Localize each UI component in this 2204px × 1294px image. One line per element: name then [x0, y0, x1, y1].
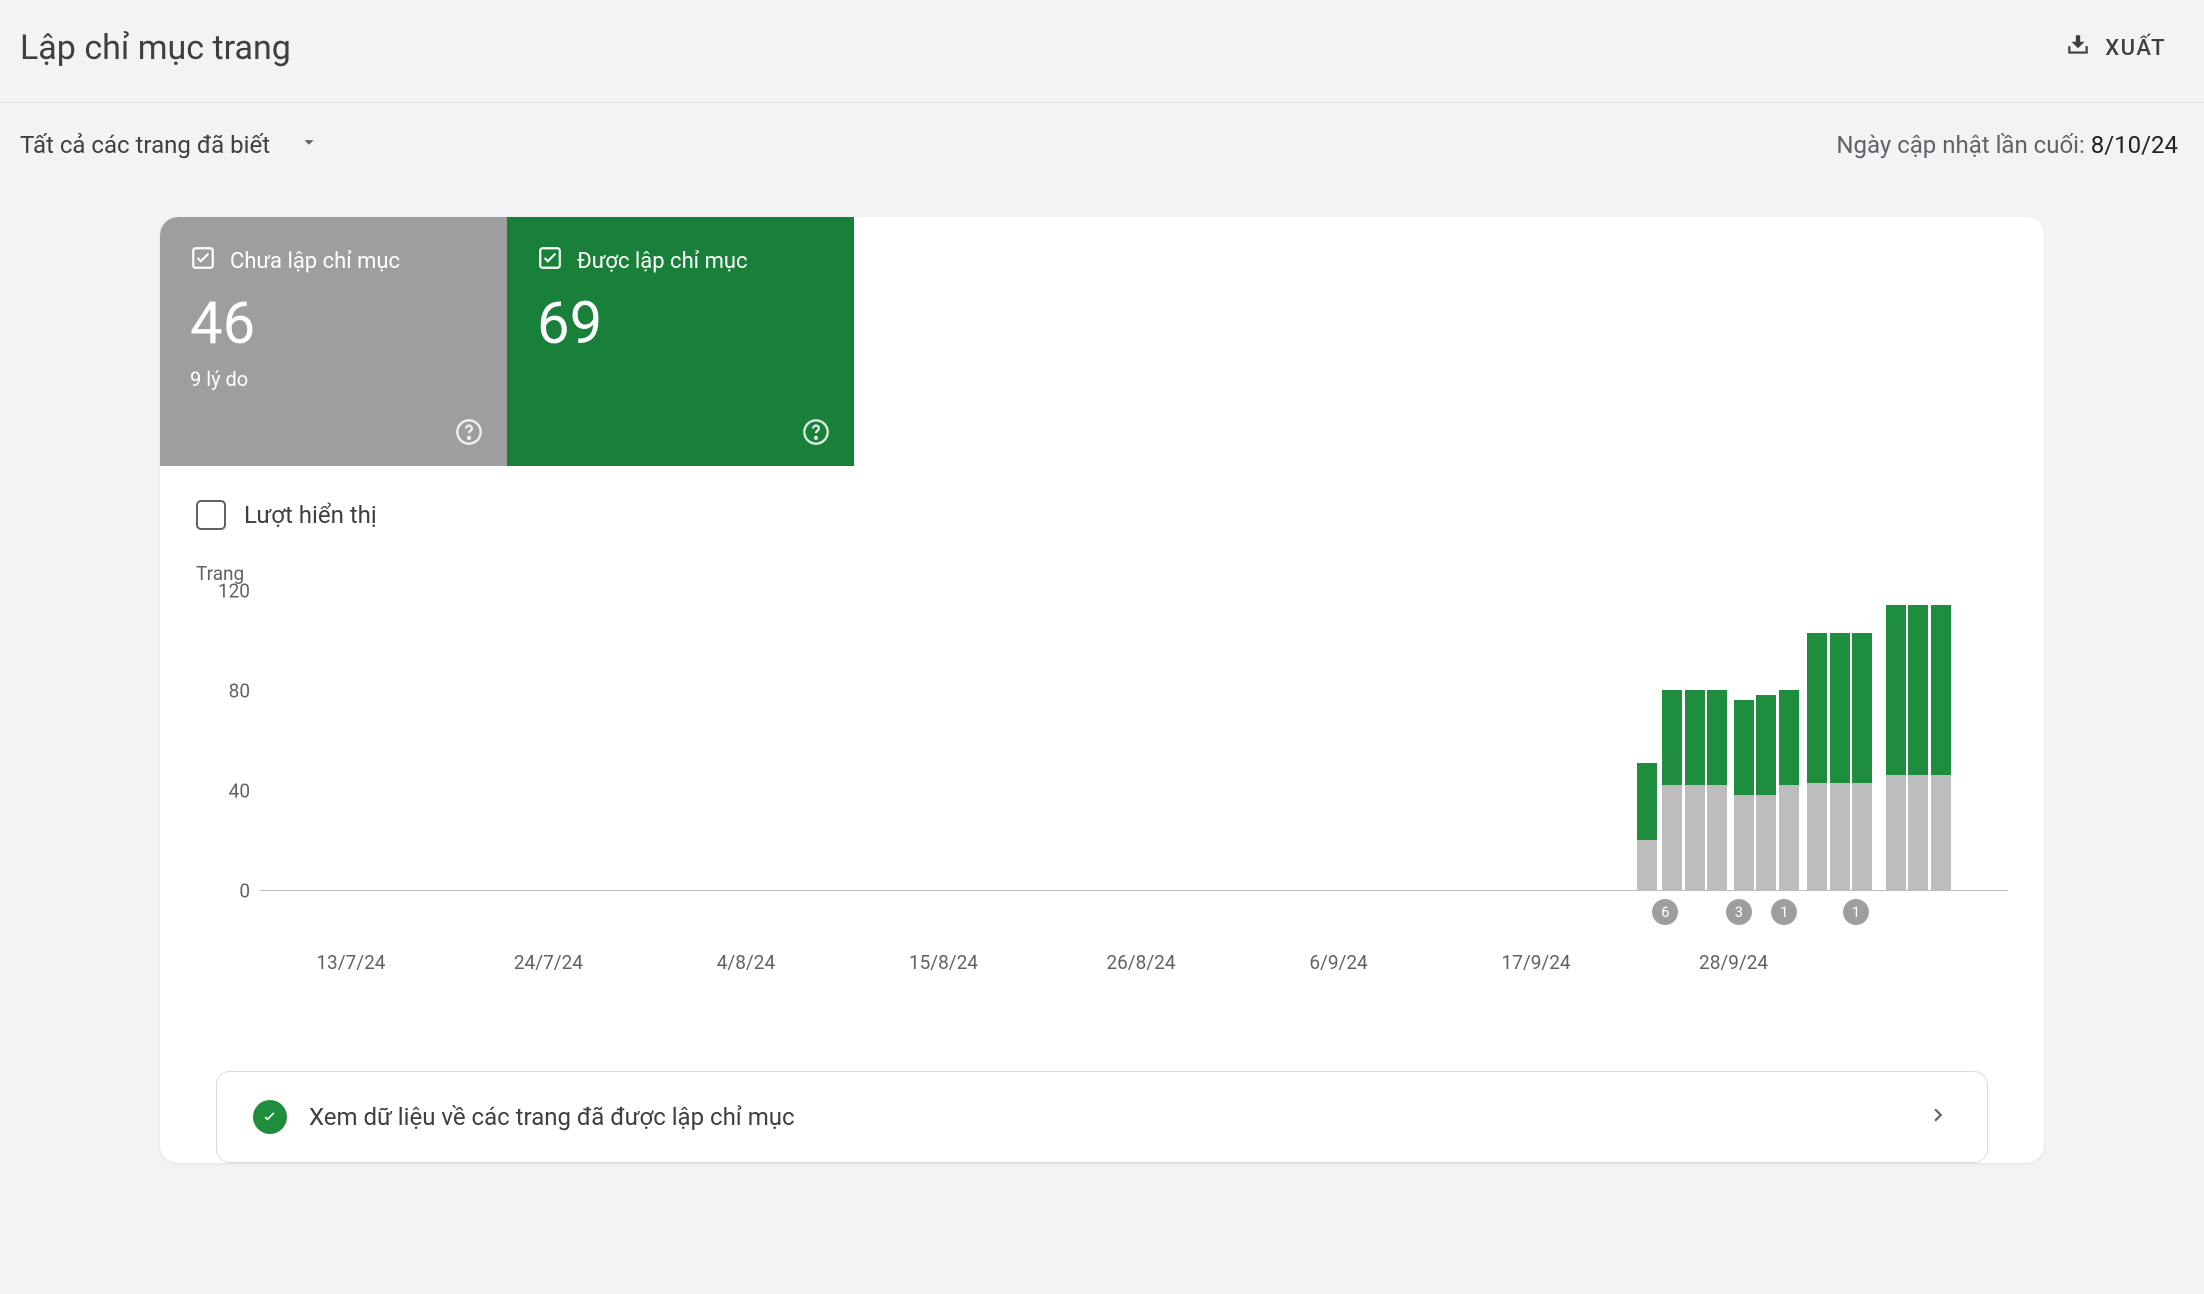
x-badges-row: 6311	[260, 899, 2008, 933]
tab-not-indexed-value: 46	[190, 295, 477, 353]
chart-area: 04080120	[196, 591, 2008, 891]
x-tick: 26/8/24	[1106, 951, 1175, 974]
subheader: Tất cả các trang đã biết Ngày cập nhật l…	[0, 103, 2204, 187]
page-header: Lập chỉ mục trang XUẤT	[0, 0, 2204, 103]
bar-column[interactable]	[1807, 633, 1827, 891]
x-tick: 4/8/24	[717, 951, 775, 974]
info-row-text: Xem dữ liệu về các trang đã được lập chỉ…	[309, 1103, 1903, 1131]
last-updated-date: 8/10/24	[2091, 131, 2178, 159]
checkbox-checked-icon	[537, 245, 563, 277]
bar-notindexed-segment	[1707, 785, 1727, 890]
export-button[interactable]: XUẤT	[2053, 24, 2178, 72]
chevron-right-icon	[1925, 1102, 1951, 1132]
last-updated: Ngày cập nhật lần cuối: 8/10/24	[1836, 131, 2178, 159]
bar-indexed-segment	[1637, 763, 1657, 841]
bar-column[interactable]	[1779, 690, 1799, 890]
x-tick: 6/9/24	[1309, 951, 1367, 974]
bar-notindexed-segment	[1886, 775, 1906, 890]
bar-notindexed-segment	[1637, 840, 1657, 890]
impressions-label: Lượt hiển thị	[244, 501, 377, 529]
checkbox-checked-icon	[190, 245, 216, 277]
y-tick: 0	[239, 880, 250, 903]
bar-notindexed-segment	[1830, 783, 1850, 891]
chevron-down-icon	[298, 131, 320, 159]
chart: Trang 04080120 6311 13/7/2424/7/244/8/24…	[160, 540, 2044, 1021]
bar-notindexed-segment	[1931, 775, 1951, 890]
bar-column[interactable]	[1685, 690, 1705, 890]
tab-indexed-value: 69	[537, 295, 824, 353]
bar-notindexed-segment	[1685, 785, 1705, 890]
impressions-checkbox[interactable]	[196, 500, 226, 530]
x-badge[interactable]: 1	[1771, 899, 1797, 925]
bar-column[interactable]	[1908, 605, 1928, 890]
download-icon	[2065, 32, 2091, 64]
bar-column[interactable]	[1886, 605, 1906, 890]
bar-indexed-segment	[1931, 605, 1951, 775]
filter-dropdown[interactable]: Tất cả các trang đã biết	[20, 131, 320, 159]
x-tick: 28/9/24	[1699, 951, 1768, 974]
bar-notindexed-segment	[1756, 795, 1776, 890]
y-tick: 80	[229, 680, 250, 703]
tab-not-indexed-label: Chưa lập chỉ mục	[230, 249, 400, 274]
bar-indexed-segment	[1830, 633, 1850, 783]
chart-y-label: Trang	[196, 562, 2008, 585]
bar-notindexed-segment	[1779, 785, 1799, 890]
y-tick: 40	[229, 780, 250, 803]
tab-indexed-label: Được lập chỉ mục	[577, 249, 748, 274]
bar-indexed-segment	[1734, 700, 1754, 795]
tab-not-indexed[interactable]: Chưa lập chỉ mục 46 9 lý do	[160, 217, 507, 466]
tab-not-indexed-subtitle: 9 lý do	[190, 367, 477, 391]
x-tick: 17/9/24	[1501, 951, 1570, 974]
check-circle-icon	[253, 1100, 287, 1134]
bar-notindexed-segment	[1807, 783, 1827, 891]
x-badge[interactable]: 6	[1652, 899, 1678, 925]
bar-column[interactable]	[1707, 690, 1727, 890]
x-tick: 24/7/24	[514, 951, 583, 974]
x-badge[interactable]: 1	[1843, 899, 1869, 925]
x-badge[interactable]: 3	[1726, 899, 1752, 925]
help-icon[interactable]	[455, 418, 483, 446]
bar-notindexed-segment	[1734, 795, 1754, 890]
bar-notindexed-segment	[1662, 785, 1682, 890]
help-icon[interactable]	[802, 418, 830, 446]
bar-column[interactable]	[1662, 690, 1682, 890]
bar-column[interactable]	[1637, 763, 1657, 891]
bar-column[interactable]	[1756, 695, 1776, 890]
bar-indexed-segment	[1685, 690, 1705, 785]
bar-column[interactable]	[1852, 633, 1872, 891]
main-card: Chưa lập chỉ mục 46 9 lý do Được lập chỉ…	[160, 217, 2044, 1163]
bar-column[interactable]	[1931, 605, 1951, 890]
x-tick: 13/7/24	[316, 951, 385, 974]
bar-indexed-segment	[1908, 605, 1928, 775]
x-tick: 15/8/24	[909, 951, 978, 974]
bar-indexed-segment	[1886, 605, 1906, 775]
filter-label: Tất cả các trang đã biết	[20, 131, 270, 159]
x-axis: 13/7/24 24/7/24 4/8/24 15/8/24 26/8/24 6/9/24…	[260, 951, 2008, 991]
impressions-toggle-row: Lượt hiển thị	[160, 466, 2044, 540]
bar-indexed-segment	[1807, 633, 1827, 783]
view-indexed-pages-row[interactable]: Xem dữ liệu về các trang đã được lập chỉ…	[216, 1071, 1988, 1163]
last-updated-label: Ngày cập nhật lần cuối:	[1836, 131, 2090, 159]
y-tick: 120	[218, 580, 250, 603]
y-axis: 04080120	[196, 591, 260, 891]
bar-column[interactable]	[1734, 700, 1754, 890]
tab-indexed[interactable]: Được lập chỉ mục 69	[507, 217, 854, 466]
bar-indexed-segment	[1756, 695, 1776, 795]
bar-column[interactable]	[1830, 633, 1850, 891]
page-title: Lập chỉ mục trang	[20, 28, 291, 68]
bar-indexed-segment	[1852, 633, 1872, 783]
bar-indexed-segment	[1662, 690, 1682, 785]
export-label: XUẤT	[2105, 36, 2166, 61]
tabs-row: Chưa lập chỉ mục 46 9 lý do Được lập chỉ…	[160, 217, 2044, 466]
bar-notindexed-segment	[1852, 783, 1872, 891]
bar-indexed-segment	[1779, 690, 1799, 785]
plot-area[interactable]	[260, 591, 2008, 891]
bar-notindexed-segment	[1908, 775, 1928, 890]
bar-indexed-segment	[1707, 690, 1727, 785]
